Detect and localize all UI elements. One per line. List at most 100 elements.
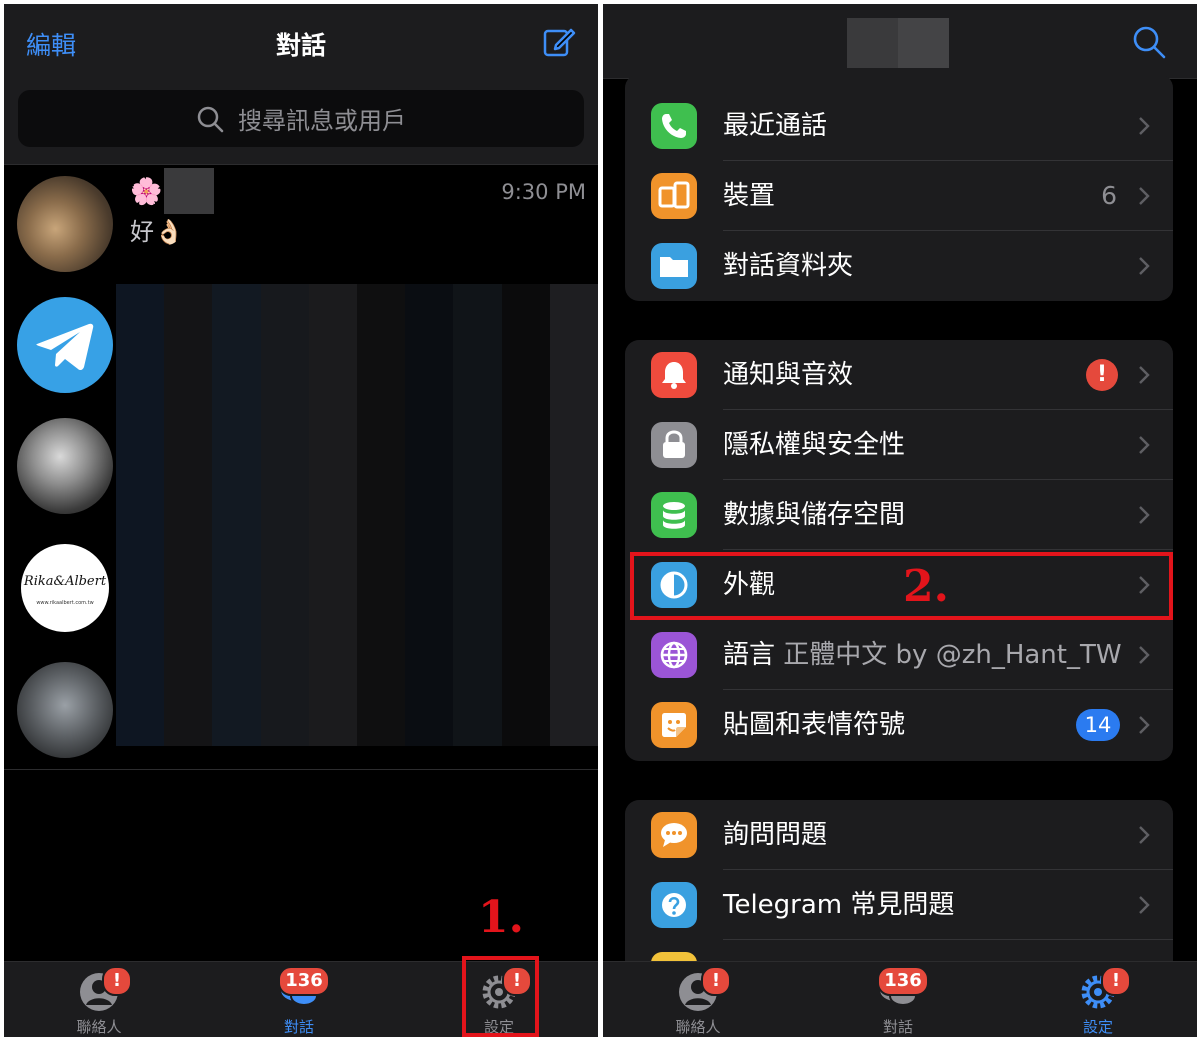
mosaic-cell xyxy=(116,335,165,387)
mosaic-cell xyxy=(212,284,261,336)
settings-group: 最近通話 裝置 6 對話資料夾 xyxy=(625,74,1173,301)
mosaic-cell xyxy=(116,284,165,336)
mosaic-cell xyxy=(164,694,213,746)
mosaic-cell xyxy=(260,489,309,541)
tab-label: 設定 xyxy=(1082,1018,1113,1036)
mosaic-cell xyxy=(308,489,357,541)
language-title: 語言 xyxy=(723,640,776,670)
chevron-right-icon xyxy=(1139,506,1150,524)
compose-icon[interactable] xyxy=(542,24,576,58)
avatar[interactable] xyxy=(17,662,113,758)
row-label: 數據與儲存空間 xyxy=(723,500,906,530)
mosaic-cell xyxy=(453,540,502,592)
mosaic-cell xyxy=(260,694,309,746)
chevron-right-icon xyxy=(1139,716,1150,734)
chevron-right-icon xyxy=(1139,436,1150,454)
settings-row-recent-calls[interactable]: 最近通話 xyxy=(625,91,1173,161)
message-time: 9:30 PM xyxy=(501,180,586,204)
mosaic-cell xyxy=(164,284,213,336)
mosaic-cell xyxy=(164,489,213,541)
row-label: 裝置 xyxy=(723,181,776,211)
mosaic-cell xyxy=(453,489,502,541)
mosaic-cell xyxy=(549,284,598,336)
settings-group: 通知與音效 ! 隱私權與安全性 數據與儲存空間 外觀 語言 正體中文 by @z… xyxy=(625,340,1173,761)
mosaic-cell xyxy=(260,386,309,438)
highlight-box xyxy=(630,552,1173,620)
tab-settings[interactable]: 設定 xyxy=(1043,962,1153,1037)
mosaic-cell xyxy=(212,386,261,438)
mosaic-cell xyxy=(357,643,406,695)
settings-row-privacy[interactable]: 隱私權與安全性 xyxy=(625,410,1173,480)
mosaic-cell xyxy=(357,489,406,541)
settings-row-faq[interactable]: Telegram 常見問題 xyxy=(625,870,1173,940)
mosaic-cell xyxy=(308,643,357,695)
mosaic-cell xyxy=(357,437,406,490)
mosaic-cell xyxy=(501,591,550,644)
mosaic-cell xyxy=(212,591,261,644)
mosaic-cell xyxy=(405,694,454,746)
mosaic-cell xyxy=(116,591,165,644)
mosaic-cell xyxy=(116,386,165,438)
mosaic-cell xyxy=(453,591,502,644)
mosaic-cell xyxy=(164,386,213,438)
tab-contacts[interactable]: 聯絡人 xyxy=(44,962,154,1037)
question-icon xyxy=(651,882,697,928)
mosaic-cell xyxy=(308,437,357,490)
mosaic-cell xyxy=(549,335,598,387)
mosaic-cell xyxy=(357,284,406,336)
settings-row-ask-question[interactable]: 詢問問題 xyxy=(625,800,1173,870)
notification-badge: ! xyxy=(701,966,731,996)
bell-icon xyxy=(651,352,697,398)
settings-row-data-storage[interactable]: 數據與儲存空間 xyxy=(625,480,1173,550)
row-label: 通知與音效 xyxy=(723,360,854,390)
mosaic-cell xyxy=(212,694,261,746)
redacted-chat-content xyxy=(116,284,598,746)
settings-row-chat-folders[interactable]: 對話資料夾 xyxy=(625,231,1173,301)
phone-icon xyxy=(651,103,697,149)
row-label: 隱私權與安全性 xyxy=(723,430,906,460)
row-label: 詢問問題 xyxy=(723,820,828,850)
mosaic-cell xyxy=(501,386,550,438)
mosaic-cell xyxy=(164,540,213,592)
avatar[interactable] xyxy=(17,418,113,514)
telegram-avatar[interactable] xyxy=(17,297,113,393)
divider xyxy=(4,164,598,165)
mosaic-cell xyxy=(549,540,598,592)
mosaic-cell xyxy=(549,386,598,438)
mosaic-cell xyxy=(357,591,406,644)
chevron-right-icon xyxy=(1139,257,1150,275)
mosaic-cell xyxy=(212,335,261,387)
mosaic-cell xyxy=(549,591,598,644)
search-icon[interactable] xyxy=(1131,24,1167,60)
step-label: 2. xyxy=(903,561,949,612)
settings-row-language[interactable]: 語言 正體中文 by @zh_Hant_TW xyxy=(625,620,1173,690)
avatar[interactable] xyxy=(17,176,113,272)
mosaic-cell xyxy=(260,335,309,387)
mosaic-cell xyxy=(308,540,357,592)
mosaic-cell xyxy=(357,386,406,438)
settings-row-devices[interactable]: 裝置 6 xyxy=(625,161,1173,231)
mosaic-cell xyxy=(501,437,550,490)
lock-icon xyxy=(651,422,697,468)
devices-icon xyxy=(651,173,697,219)
chevron-right-icon xyxy=(1139,896,1150,914)
mosaic-cell xyxy=(308,591,357,644)
settings-nav-bar xyxy=(603,4,1197,79)
count-badge: 14 xyxy=(1076,709,1120,741)
tab-label: 對話 xyxy=(283,1018,314,1036)
avatar[interactable]: Rika&Albert www.rikaalbert.com.tw xyxy=(17,540,113,636)
tab-contacts[interactable]: 聯絡人 xyxy=(643,962,753,1037)
notification-badge: ! xyxy=(1101,966,1131,996)
mosaic-cell xyxy=(501,284,550,336)
alert-badge: ! xyxy=(1086,359,1118,391)
mosaic-cell xyxy=(212,489,261,541)
mosaic-cell xyxy=(260,643,309,695)
search-bar[interactable]: 搜尋訊息或用戶 xyxy=(18,90,584,147)
tab-label: 聯絡人 xyxy=(76,1018,122,1036)
chat-bubble-icon xyxy=(651,812,697,858)
mosaic-cell xyxy=(164,643,213,695)
settings-row-notifications[interactable]: 通知與音效 ! xyxy=(625,340,1173,410)
folder-icon xyxy=(651,243,697,289)
mosaic-cell xyxy=(164,591,213,644)
settings-row-stickers[interactable]: 貼圖和表情符號 14 xyxy=(625,690,1173,760)
